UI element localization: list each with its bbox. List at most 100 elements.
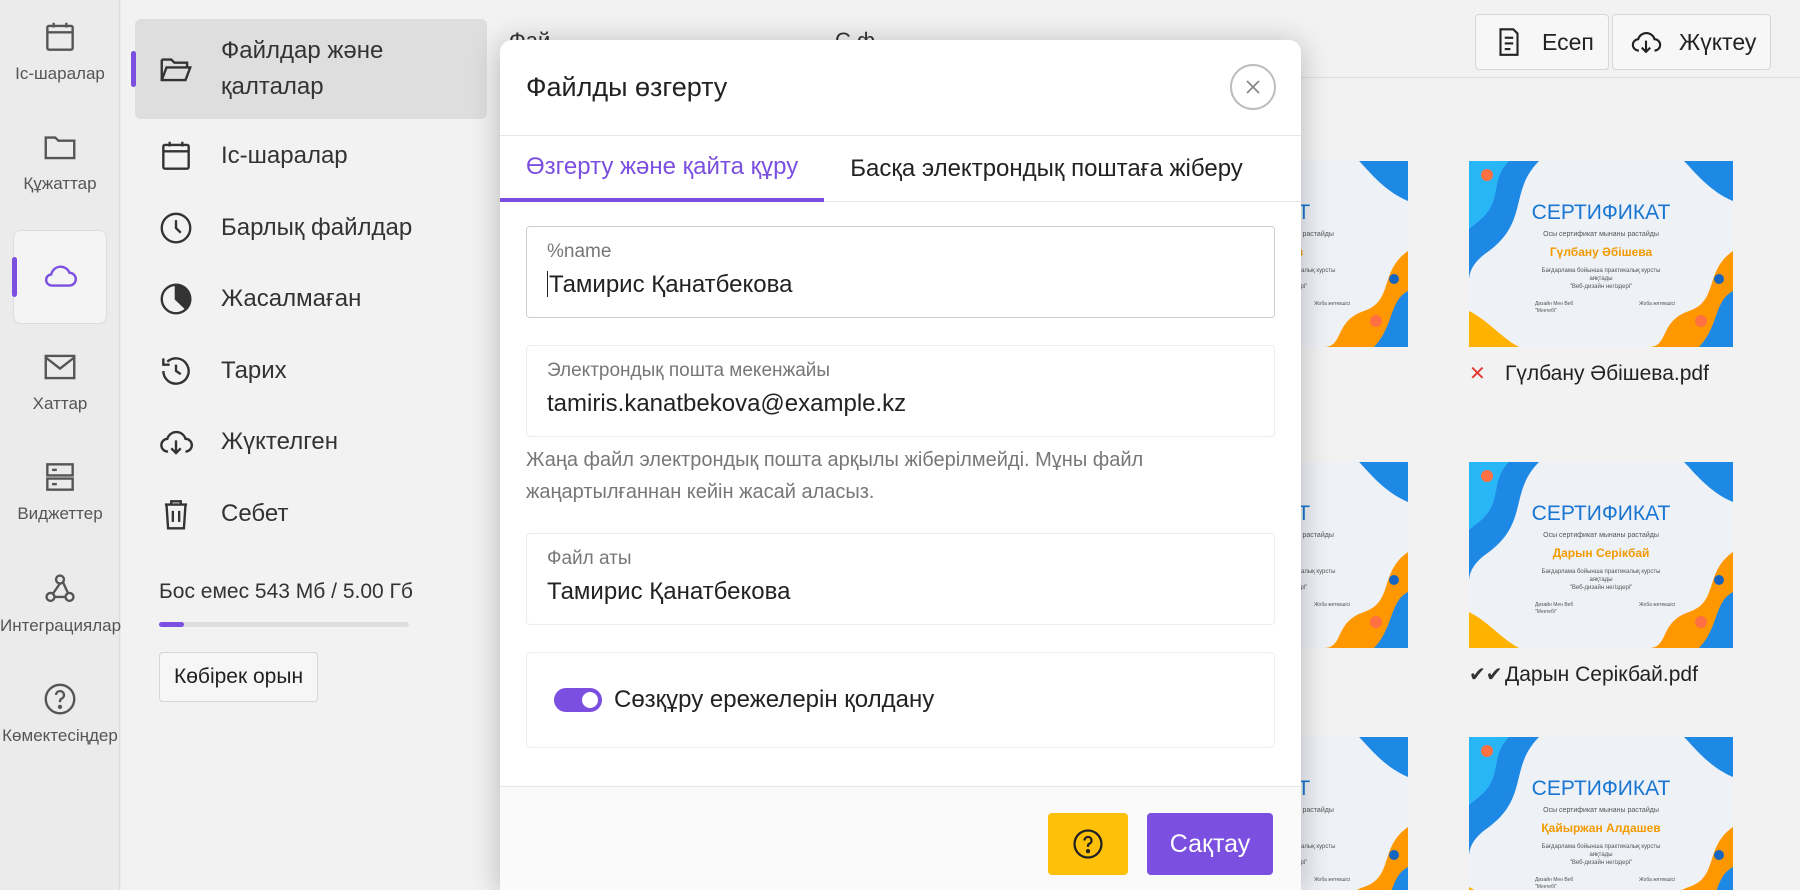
certificate-sign-left: Дизайн Мен Веб "Мектебі" (1535, 602, 1574, 615)
close-button[interactable] (1230, 64, 1276, 110)
mail-icon (44, 354, 76, 380)
certificate-subtitle: Осы сертификат мынаны растайды (1543, 532, 1659, 539)
cloud-download-icon (1631, 32, 1662, 54)
storage-usage-text: Бос емес 543 Мб / 5.00 Гб (159, 580, 413, 603)
double-check-icon: ✔✔ (1469, 664, 1503, 686)
certificate-recipient: Дарын Серікбай (1552, 546, 1650, 560)
nav-item-files-folders[interactable]: Файлдар және қалталар (131, 19, 487, 119)
file-card-name: ✔✔ Дарын Серікбай.pdf (1469, 662, 1735, 688)
rail-item-widgets[interactable]: Виджеттер (0, 458, 120, 524)
certificate-sign-left: Дизайн Мен Веб "Мектебі" (1535, 301, 1574, 314)
storage-progress-bar (159, 622, 409, 627)
help-button[interactable] (1048, 813, 1128, 875)
tab-edit-recreate[interactable]: Өзгерту және қайта құру (500, 136, 825, 202)
rail-item-label: Хаттар (32, 394, 88, 413)
folder-icon (44, 136, 76, 160)
filename-field-label: Файл аты (547, 548, 632, 569)
storage-progress-fill (159, 622, 184, 627)
certificate-recipient: Қайыржан Алдашев (1541, 821, 1661, 835)
modal-tabs: Өзгерту және қайта құру Басқа электронды… (500, 136, 1301, 202)
cloud-icon (44, 265, 78, 287)
file-card[interactable]: СЕРТИФИКАТ Осы сертификат мынаны растайды… (1469, 462, 1735, 688)
certificate-subtitle: Осы сертификат мынаны растайды (1543, 231, 1659, 238)
rail-item-label: Құжаттар (23, 174, 97, 193)
report-button-label: Есеп (1542, 28, 1594, 55)
rail-item-cloud[interactable] (12, 230, 107, 324)
email-field[interactable]: Электрондық пошта мекенжайы tamiris.kana… (526, 345, 1275, 437)
calendar-icon (162, 141, 190, 170)
rail-item-label: Көмектесіңдер (2, 726, 118, 745)
upload-button-label: Жүктеу (1679, 28, 1757, 55)
nav-panel: Файлдар және қалталар Іс-шаралар Барлық … (121, 0, 499, 890)
certificate-title: СЕРТИФИКАТ (1531, 502, 1671, 525)
nav-item-label: Жүктелген (221, 428, 339, 455)
rail-item-mail[interactable]: Хаттар (0, 348, 120, 414)
close-icon (1246, 80, 1260, 94)
name-field-label: %name (547, 241, 612, 262)
modal-header: Файлды өзгерту (500, 40, 1301, 136)
modal-footer: Сақтау (500, 786, 1301, 890)
certificate-thumbnail[interactable]: СЕРТИФИКАТ Осы сертификат мынаны растайды… (1469, 161, 1733, 347)
icon-rail: Іс-шаралар Құжаттар Хаттар Виджеттер Инт… (0, 0, 122, 890)
webhook-icon (45, 574, 75, 603)
file-name-text: Гүлбану Әбішева.pdf (1505, 362, 1709, 385)
clock-icon (160, 212, 192, 244)
server-icon (46, 463, 74, 491)
upload-button[interactable]: Жүктеу (1612, 14, 1772, 70)
filename-field-value: Тамирис Қанатбекова (547, 578, 791, 605)
certificate-sign-right: Жоба жетекшісі (1314, 602, 1351, 608)
folder-open-icon (160, 58, 192, 82)
file-card[interactable]: СЕРТИФИКАТ Осы сертификат мынаны растайды… (1469, 161, 1735, 387)
nav-item-label: Барлық файлдар (221, 214, 413, 241)
certificate-title: СЕРТИФИКАТ (1531, 777, 1671, 800)
file-card[interactable]: СЕРТИФИКАТ Осы сертификат мынаны растайды… (1469, 737, 1735, 890)
certificate-recipient: Гүлбану Әбішева (1549, 245, 1653, 259)
email-field-value: tamiris.kanatbekova@example.kz (547, 390, 907, 417)
word-rules-toggle-label: Сөзқұру ережелерін қолдану (614, 686, 935, 713)
help-icon (1073, 829, 1103, 859)
email-field-label: Электрондық пошта мекенжайы (547, 360, 831, 381)
error-icon: ✕ (1469, 363, 1486, 385)
rail-item-documents[interactable]: Құжаттар (0, 128, 120, 194)
email-hint-text: Жаңа файл электрондық пошта арқылы жібер… (526, 449, 1144, 503)
name-field[interactable]: %name Тамирис Қанатбекова (526, 226, 1275, 318)
nav-item-trash[interactable]: Себет (135, 464, 487, 564)
word-rules-toggle-box: Сөзқұру ережелерін қолдану (526, 652, 1275, 748)
filename-field[interactable]: Файл аты Тамирис Қанатбекова (526, 533, 1275, 625)
edit-file-modal: Файлды өзгерту Өзгерту және қайта құру Б… (500, 40, 1301, 890)
rail-item-label: Виджеттер (17, 504, 103, 523)
certificate-sign-right: Жоба жетекшісі (1639, 602, 1676, 608)
trash-icon (164, 500, 188, 530)
cloud-download-icon (160, 430, 194, 455)
report-button[interactable]: Есеп (1475, 14, 1609, 70)
rail-item-events[interactable]: Іс-шаралар (0, 18, 120, 84)
pie-icon (160, 283, 192, 315)
word-rules-toggle[interactable] (554, 688, 602, 712)
more-space-button[interactable]: Көбірек орын (159, 652, 319, 702)
nav-item-label: Іс-шаралар (221, 142, 348, 169)
rail-item-integrations[interactable]: Интеграциялар (0, 570, 122, 636)
certificate-subtitle: Осы сертификат мынаны растайды (1543, 807, 1659, 814)
name-field-value-wrap: Тамирис Қанатбекова (547, 271, 1254, 299)
certificate-thumbnail[interactable]: СЕРТИФИКАТ Осы сертификат мынаны растайды… (1469, 462, 1733, 648)
certificate-sign-right: Жоба жетекшісі (1314, 877, 1351, 883)
nav-item-label: Жасалмаған (221, 285, 362, 312)
certificate-body: Бағдарлама бойынша практикалық курсты ая… (1541, 268, 1661, 290)
modal-title: Файлды өзгерту (526, 72, 728, 102)
save-button[interactable]: Сақтау (1147, 813, 1273, 875)
nav-item-label: Файлдар және қалталар (221, 37, 384, 100)
history-icon (162, 357, 190, 385)
calendar-icon (46, 22, 74, 51)
file-name-text: Дарын Серікбай.pdf (1505, 663, 1698, 686)
certificate-sign-right: Жоба жетекшісі (1639, 301, 1676, 307)
name-field-value: Тамирис Қанатбекова (549, 271, 793, 298)
rail-item-help[interactable]: Көмектесіңдер (0, 680, 120, 746)
certificate-sign-right: Жоба жетекшісі (1639, 877, 1676, 883)
rail-item-label: Интеграциялар (0, 616, 122, 635)
certificate-thumbnail[interactable]: СЕРТИФИКАТ Осы сертификат мынаны растайды… (1469, 737, 1733, 890)
certificate-body: Бағдарлама бойынша практикалық курсты ая… (1541, 844, 1661, 866)
certificate-body: Бағдарлама бойынша практикалық курсты ая… (1541, 569, 1661, 591)
text-caret (547, 271, 548, 297)
file-card-name: ✕ Гүлбану Әбішева.pdf (1469, 361, 1735, 387)
tab-send-other-email[interactable]: Басқа электрондық поштаға жіберу (824, 136, 1269, 202)
